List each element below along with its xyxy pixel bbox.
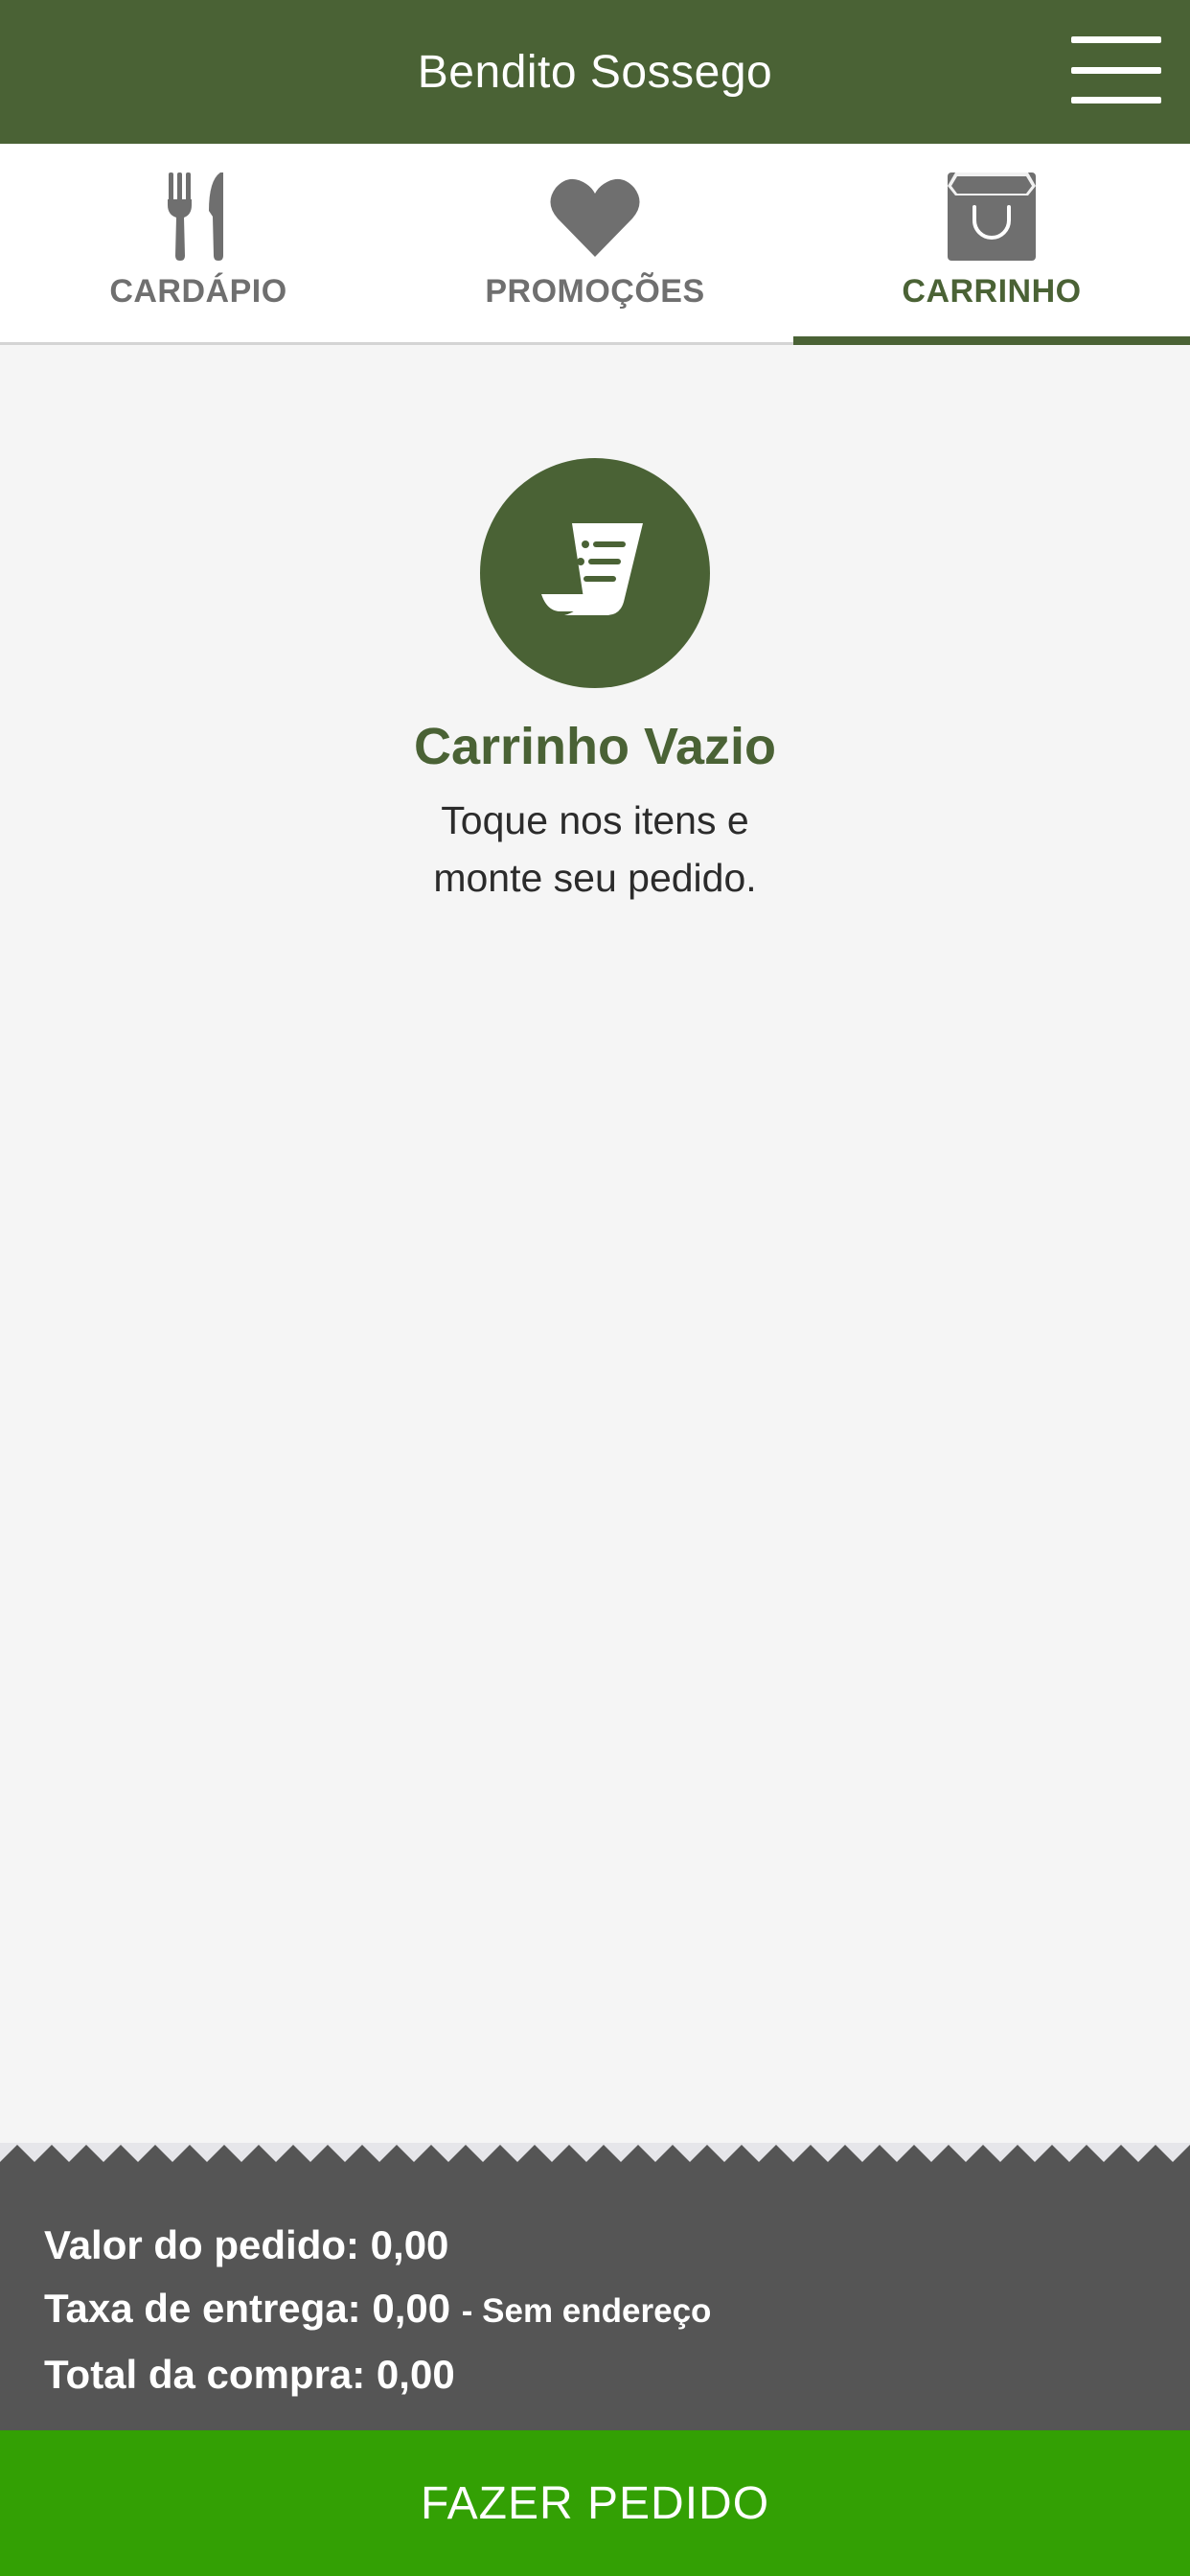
delivery-fee: Taxa de entrega: 0,00 [44, 2286, 451, 2331]
active-tab-indicator [793, 336, 1190, 345]
tab-promocoes[interactable]: PROMOÇÕES [397, 144, 793, 342]
app-screen: Bendito Sossego CARDÁPIO PROMOÇÕES CARRI… [0, 0, 1190, 2576]
shopping-bag-icon [948, 171, 1036, 262]
empty-cart-message: Toque nos itens e monte seu pedido. [433, 792, 756, 907]
tab-label: PROMOÇÕES [485, 273, 705, 310]
tab-cardapio[interactable]: CARDÁPIO [0, 144, 397, 342]
empty-cart-message-line: monte seu pedido. [433, 856, 757, 900]
receipt-icon [480, 458, 710, 688]
empty-cart-state: Carrinho Vazio Toque nos itens e monte s… [0, 458, 1190, 907]
order-value: Valor do pedido: 0,00 [44, 2222, 449, 2267]
tab-label: CARRINHO [902, 273, 1082, 310]
tab-label: CARDÁPIO [109, 273, 287, 310]
delivery-note: - Sem endereço [461, 2292, 712, 2330]
place-order-button[interactable]: FAZER PEDIDO [0, 2430, 1190, 2576]
top-bar: Bendito Sossego [0, 0, 1190, 144]
tab-carrinho[interactable]: CARRINHO [793, 144, 1190, 345]
fork-knife-icon [165, 171, 232, 262]
delivery-fee-row: Taxa de entrega: 0,00 - Sem endereço [44, 2277, 1190, 2343]
tab-bar: CARDÁPIO PROMOÇÕES CARRINHO [0, 144, 1190, 345]
empty-cart-title: Carrinho Vazio [413, 718, 777, 775]
total-value: Total da compra: 0,00 [44, 2352, 455, 2397]
heart-icon [550, 171, 640, 262]
hamburger-menu-icon[interactable] [1071, 36, 1161, 104]
order-summary: Valor do pedido: 0,00 Taxa de entrega: 0… [0, 2185, 1190, 2430]
receipt-zigzag-edge [0, 2143, 1190, 2187]
empty-cart-message-line: Toque nos itens e [441, 798, 749, 842]
app-title: Bendito Sossego [417, 46, 773, 98]
